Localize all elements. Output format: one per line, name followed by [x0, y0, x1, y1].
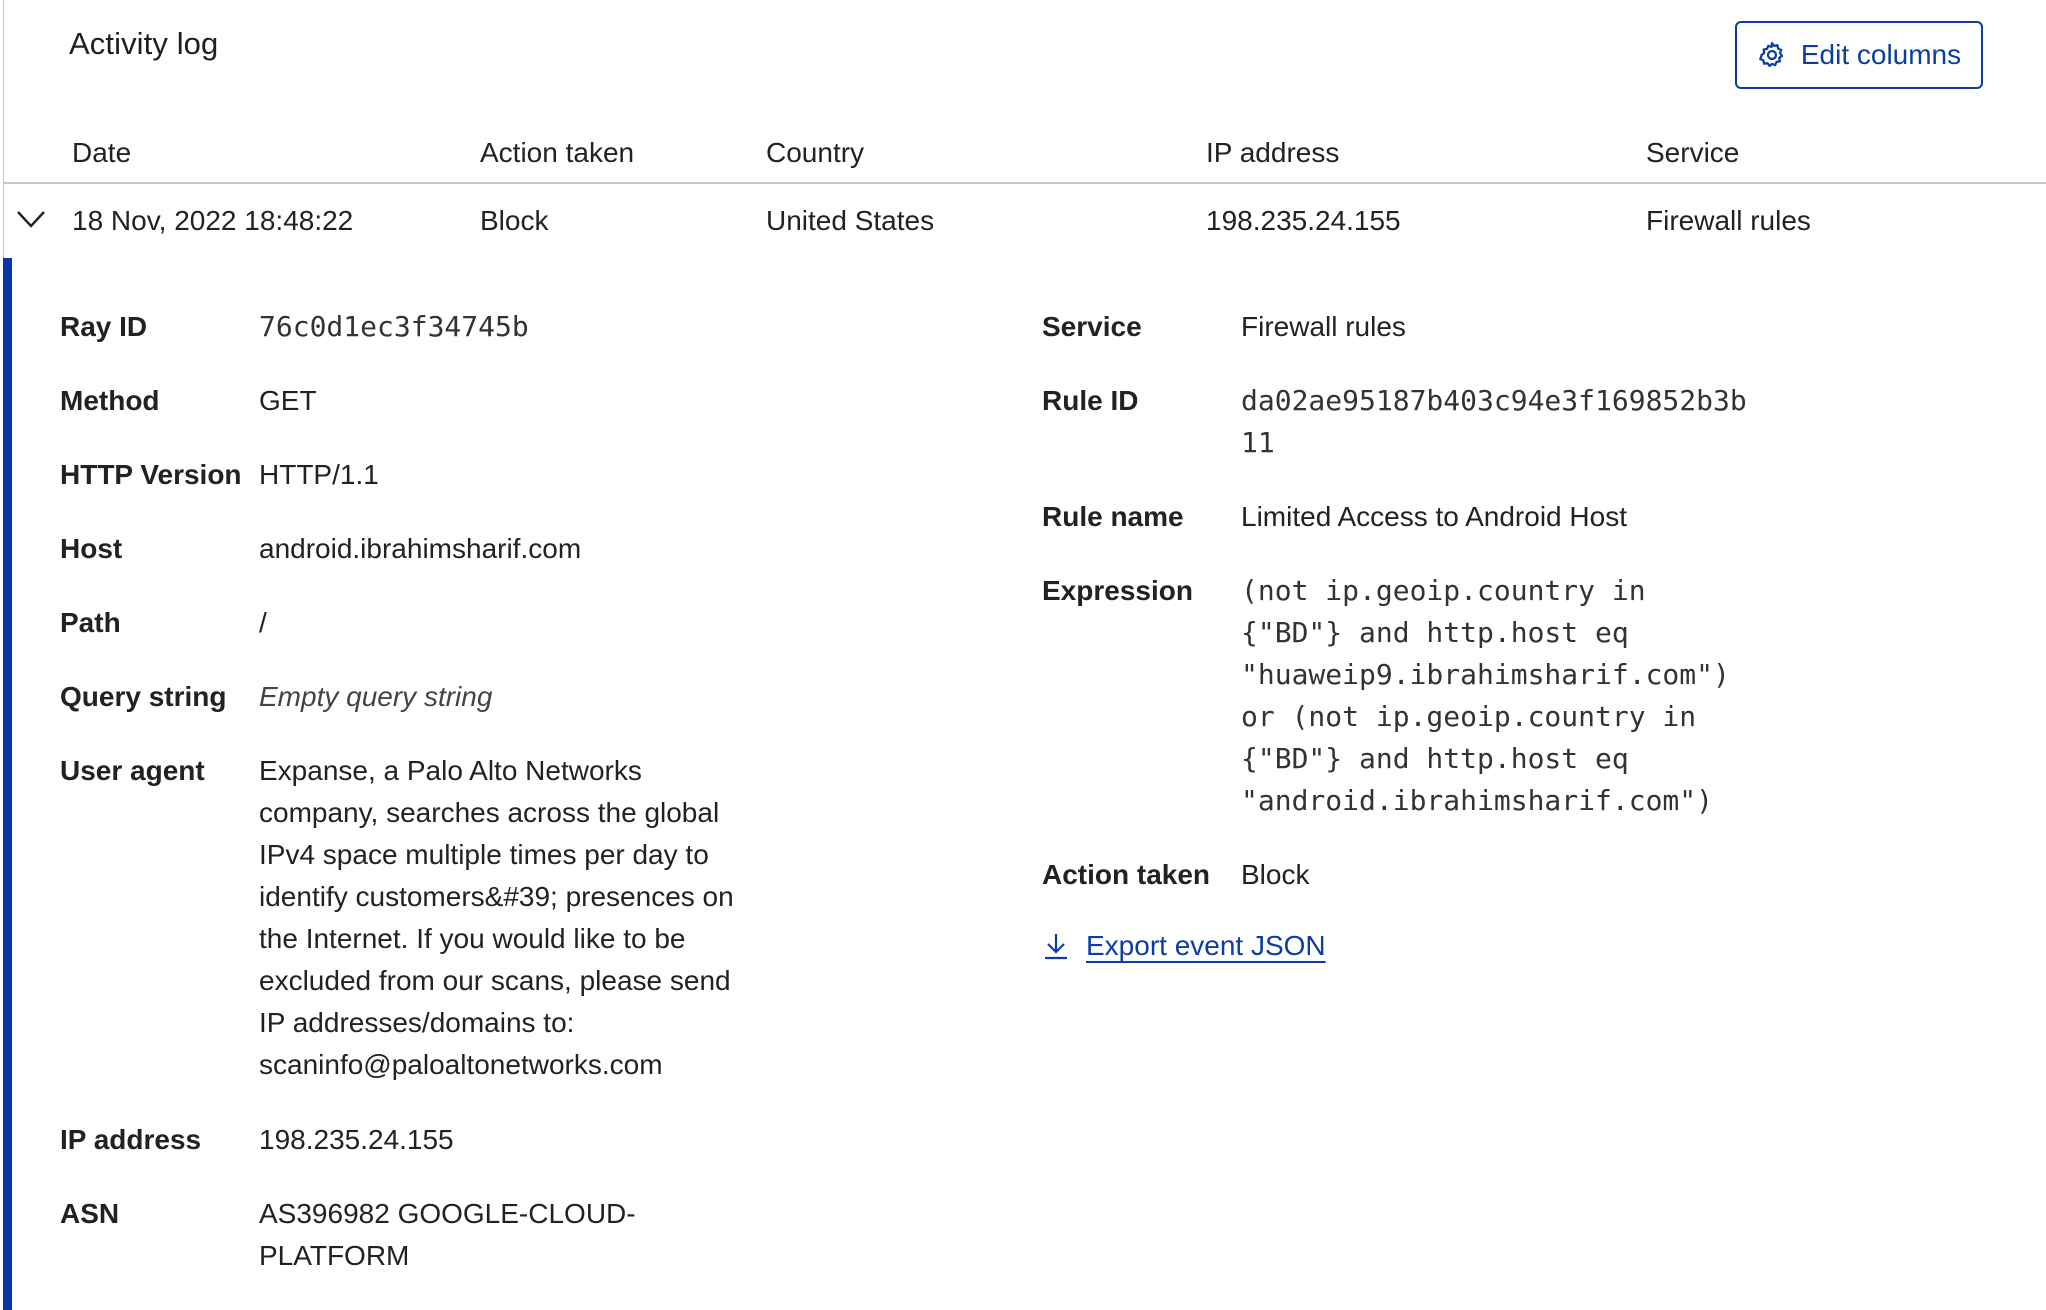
download-icon	[1045, 934, 1067, 960]
chevron-down-icon[interactable]	[14, 206, 48, 232]
row-action: Block	[480, 205, 549, 236]
asn-line: AS396982 GOOGLE-CLOUD-	[259, 1198, 636, 1229]
expression-line: or (not ip.geoip.country in	[1241, 700, 1697, 733]
user-agent-line: IPv4 space multiple times per day to	[259, 839, 709, 870]
row-ip: 198.235.24.155	[1206, 205, 1401, 236]
label-ray-id: Ray ID	[60, 311, 148, 342]
value-ip-address: 198.235.24.155	[259, 1124, 454, 1155]
user-agent-line: Expanse, a Palo Alto Networks	[259, 755, 642, 786]
rule-id-line: da02ae95187b403c94e3f169852b3b	[1241, 384, 1747, 417]
rule-id-line: 11	[1241, 426, 1275, 459]
label-asn: ASN	[60, 1198, 120, 1229]
value-query-string: Empty query string	[259, 681, 493, 712]
label-user-agent: User agent	[60, 755, 205, 786]
user-agent-line: excluded from our scans, please send	[259, 965, 731, 996]
user-agent-line: IP addresses/domains to:	[259, 1007, 575, 1038]
column-header-ip[interactable]: IP address	[1206, 137, 1339, 169]
label-rule-id: Rule ID	[1042, 385, 1139, 416]
value-method: GET	[259, 385, 317, 416]
label-host: Host	[60, 533, 123, 564]
expression-line: (not ip.geoip.country in	[1241, 574, 1646, 607]
value-expression: (not ip.geoip.country in {"BD"} and http…	[1241, 570, 1730, 822]
gear-icon	[1758, 42, 1783, 67]
export-json-label: Export event JSON	[1086, 930, 1326, 961]
value-action-taken: Block	[1241, 859, 1310, 890]
value-rule-id: da02ae95187b403c94e3f169852b3b 11	[1241, 380, 1747, 464]
value-asn: AS396982 GOOGLE-CLOUD- PLATFORM	[259, 1193, 636, 1277]
column-header-service[interactable]: Service	[1646, 137, 1739, 169]
value-user-agent: Expanse, a Palo Alto Networks company, s…	[259, 750, 734, 1086]
label-ip-address: IP address	[60, 1124, 202, 1155]
row-country: United States	[766, 205, 935, 236]
header-divider	[3, 182, 2046, 184]
edit-columns-label: Edit columns	[1800, 39, 1962, 70]
page-title: Activity log	[69, 26, 219, 61]
expression-line: {"BD"} and http.host eq	[1241, 742, 1629, 775]
value-path: /	[259, 607, 267, 638]
row-service: Firewall rules	[1646, 205, 1811, 236]
user-agent-line: the Internet. If you would like to be	[259, 923, 686, 954]
user-agent-line: scaninfo@paloaltonetworks.com	[259, 1049, 663, 1080]
label-action-taken: Action taken	[1042, 859, 1211, 890]
column-header-country[interactable]: Country	[766, 137, 864, 169]
label-service: Service	[1042, 311, 1142, 342]
label-query-string: Query string	[60, 681, 227, 712]
label-http-version: HTTP Version	[60, 459, 242, 490]
label-method: Method	[60, 385, 160, 416]
export-json-link[interactable]: Export event JSON	[1042, 930, 1326, 962]
value-http-version: HTTP/1.1	[259, 459, 379, 490]
user-agent-line: company, searches across the global	[259, 797, 720, 828]
value-rule-name: Limited Access to Android Host	[1241, 501, 1627, 532]
asn-line: PLATFORM	[259, 1240, 410, 1271]
value-host: android.ibrahimsharif.com	[259, 533, 582, 564]
row-date: 18 Nov, 2022 18:48:22	[72, 205, 354, 236]
expression-line: "huaweip9.ibrahimsharif.com")	[1241, 658, 1730, 691]
expanded-row-indicator	[3, 258, 12, 1310]
user-agent-line: identify customers&#39; presences on	[259, 881, 734, 912]
value-ray-id: 76c0d1ec3f34745b	[259, 310, 529, 343]
label-rule-name: Rule name	[1042, 501, 1184, 532]
column-header-date[interactable]: Date	[72, 137, 131, 169]
expression-line: "android.ibrahimsharif.com")	[1241, 784, 1714, 817]
edit-columns-button[interactable]: Edit columns	[1735, 21, 1983, 89]
value-service: Firewall rules	[1241, 311, 1406, 342]
label-path: Path	[60, 607, 121, 638]
column-header-action[interactable]: Action taken	[480, 137, 634, 169]
expression-line: {"BD"} and http.host eq	[1241, 616, 1629, 649]
label-expression: Expression	[1042, 575, 1193, 606]
